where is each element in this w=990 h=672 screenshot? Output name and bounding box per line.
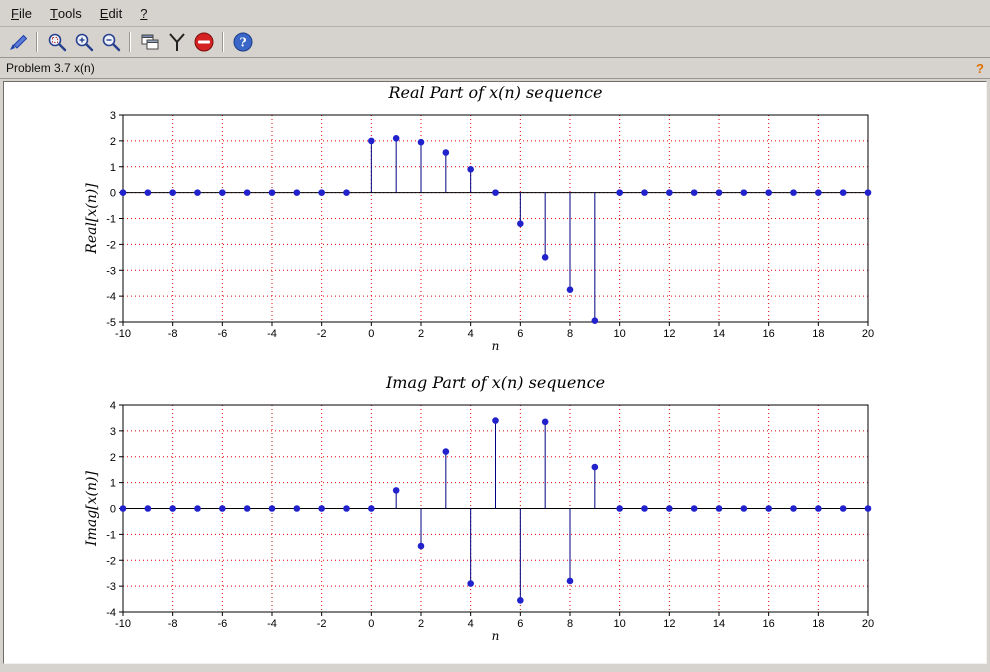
svg-text:-8: -8 (168, 328, 178, 340)
svg-text:8: 8 (567, 328, 573, 340)
copy-figure-icon (139, 31, 161, 53)
svg-text:-4: -4 (106, 607, 116, 619)
y-axis-label: Imag[x(n)] (84, 471, 100, 547)
menu-bar: File Tools Edit ? (0, 0, 990, 27)
export-button[interactable] (4, 29, 31, 55)
svg-text:-3: -3 (106, 265, 116, 277)
svg-text:12: 12 (663, 328, 675, 340)
svg-text:2: 2 (110, 452, 116, 464)
imag-part-chart: -10 -8 -6 -4 -2 0 2 4 6 8 10 12 14 16 18 20-4-3-2-10123… (84, 373, 874, 643)
svg-text:18: 18 (812, 328, 824, 340)
svg-text:10: 10 (614, 328, 626, 340)
svg-text:-4: -4 (106, 291, 116, 303)
svg-text:18: 18 (812, 618, 824, 630)
canvas-frame: -10 -8 -6 -4 -2 0 2 4 6 8 10 12 14 16 18 20 -5 -4 -3 -2 -1 0 1… (0, 79, 990, 672)
svg-text:-2: -2 (317, 618, 327, 630)
figure-window: File Tools Edit ? ? Problem 3.7 x(n) ? -… (0, 0, 990, 672)
figure-title: Problem 3.7 x(n) (6, 61, 95, 75)
svg-text:4: 4 (468, 328, 474, 340)
svg-text:14: 14 (713, 618, 725, 630)
toolbar-separator (36, 32, 38, 52)
menu-help[interactable]: ? (131, 0, 156, 26)
zoom-out-button[interactable] (97, 29, 124, 55)
help-icon: ? (232, 31, 254, 53)
svg-text:8: 8 (567, 618, 573, 630)
svg-text:-2: -2 (106, 555, 116, 567)
svg-text:16: 16 (763, 618, 775, 630)
real-part-chart: -10 -8 -6 -4 -2 0 2 4 6 8 10 12 14 16 18 20-5-4-3-2-101… (84, 83, 874, 353)
svg-text:0: 0 (368, 618, 374, 630)
svg-text:20: 20 (862, 618, 874, 630)
svg-text:2: 2 (418, 618, 424, 630)
menu-edit[interactable]: Edit (91, 0, 131, 26)
svg-text:6: 6 (517, 328, 523, 340)
x-axis-label: n (492, 629, 500, 643)
rotate-axes-icon (166, 31, 188, 53)
svg-text:4: 4 (110, 400, 116, 412)
svg-text:3: 3 (110, 426, 116, 438)
plot-canvas: -10 -8 -6 -4 -2 0 2 4 6 8 10 12 14 16 18 20 -5 -4 -3 -2 -1 0 1… (3, 81, 987, 664)
svg-text:20: 20 (862, 328, 874, 340)
svg-text:10: 10 (614, 618, 626, 630)
svg-text:1: 1 (110, 478, 116, 490)
svg-text:0: 0 (368, 328, 374, 340)
svg-text:-10: -10 (115, 618, 131, 630)
svg-text:-4: -4 (267, 328, 277, 340)
svg-text:-1: -1 (106, 529, 116, 541)
tick-labels: -10 -8 -6 -4 -2 0 2 4 6 8 10 12 14 16 18 20-5-4-3-2-101… (106, 110, 874, 340)
svg-text:0: 0 (110, 504, 116, 516)
svg-text:?: ? (239, 36, 246, 50)
zoom-in-icon (73, 31, 95, 53)
grid (123, 115, 868, 322)
x-axis-label: n (492, 339, 500, 353)
svg-text:14: 14 (713, 328, 725, 340)
svg-text:4: 4 (468, 618, 474, 630)
tick-labels: -10 -8 -6 -4 -2 0 2 4 6 8 10 12 14 16 18 20-4-3-2-10123… (106, 400, 874, 630)
zoom-area-icon (46, 31, 68, 53)
svg-text:6: 6 (517, 618, 523, 630)
svg-text:1: 1 (110, 162, 116, 174)
stems (119, 417, 872, 604)
stop-icon (193, 31, 215, 53)
stop-button[interactable] (190, 29, 217, 55)
menu-file[interactable]: File (2, 0, 41, 26)
info-bar: Problem 3.7 x(n) ? (0, 58, 990, 79)
infobar-help[interactable]: ? (976, 61, 984, 76)
svg-text:-6: -6 (217, 328, 227, 340)
svg-text:2: 2 (110, 136, 116, 148)
svg-text:0: 0 (110, 188, 116, 200)
toolbar-separator (222, 32, 224, 52)
svg-text:-2: -2 (106, 239, 116, 251)
svg-text:-4: -4 (267, 618, 277, 630)
copy-figure-button[interactable] (136, 29, 163, 55)
svg-text:-5: -5 (106, 317, 116, 329)
y-axis-label: Real[x(n)] (84, 183, 100, 255)
plot-group: -10 -8 -6 -4 -2 0 2 4 6 8 10 12 14 16 18 20-4-3-2-10123… (84, 373, 874, 643)
svg-text:-1: -1 (106, 214, 116, 226)
zoom-in-button[interactable] (70, 29, 97, 55)
toolbar: ? (0, 27, 990, 58)
rotate-axes-button[interactable] (163, 29, 190, 55)
svg-text:16: 16 (763, 328, 775, 340)
export-icon (7, 31, 29, 53)
svg-text:-6: -6 (217, 618, 227, 630)
menu-tools[interactable]: Tools (41, 0, 91, 26)
zoom-out-icon (100, 31, 122, 53)
help-button[interactable]: ? (229, 29, 256, 55)
chart-title: Imag Part of x(n) sequence (385, 373, 605, 392)
toolbar-separator (129, 32, 131, 52)
plot-group: -10 -8 -6 -4 -2 0 2 4 6 8 10 12 14 16 18 20-5-4-3-2-101… (84, 83, 874, 353)
zoom-area-button[interactable] (43, 29, 70, 55)
svg-text:12: 12 (663, 618, 675, 630)
svg-text:-10: -10 (115, 328, 131, 340)
chart-title: Real Part of x(n) sequence (388, 83, 603, 102)
svg-text:-3: -3 (106, 581, 116, 593)
svg-text:2: 2 (418, 328, 424, 340)
svg-text:3: 3 (110, 110, 116, 122)
svg-text:-2: -2 (317, 328, 327, 340)
svg-text:-8: -8 (168, 618, 178, 630)
